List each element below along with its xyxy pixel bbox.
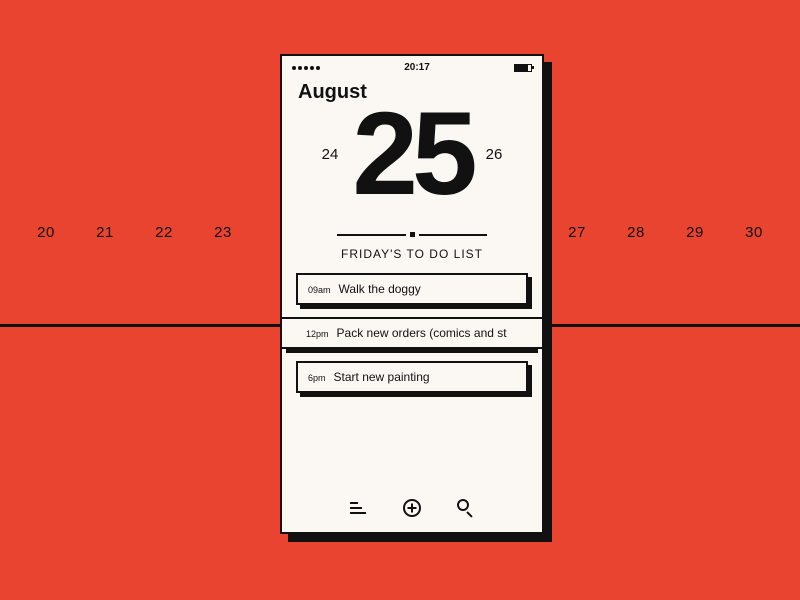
add-icon[interactable]	[402, 498, 422, 518]
bg-date[interactable]: 30	[742, 224, 766, 241]
todo-time: 12pm	[306, 329, 329, 339]
current-day: 25	[352, 98, 471, 210]
battery-icon	[514, 64, 532, 72]
prev-day[interactable]: 24	[322, 146, 339, 163]
todo-text: Pack new orders (comics and st	[337, 326, 507, 340]
status-time: 20:17	[404, 62, 430, 73]
todo-item[interactable]: 12pm Pack new orders (comics and st	[296, 317, 528, 349]
signal-dots-icon	[292, 66, 320, 70]
bg-date[interactable]: 29	[683, 224, 707, 241]
bg-date[interactable]: 20	[34, 224, 58, 241]
bg-date[interactable]: 27	[565, 224, 589, 241]
bg-date[interactable]: 23	[211, 224, 235, 241]
date-selector: 24 25 26	[282, 98, 542, 210]
todo-time: 6pm	[308, 373, 326, 383]
bg-date[interactable]: 21	[93, 224, 117, 241]
todo-text: Start new painting	[334, 370, 430, 384]
todo-list: 09am Walk the doggy 12pm Pack new orders…	[282, 273, 542, 393]
todo-item[interactable]: 09am Walk the doggy	[296, 273, 528, 305]
section-divider	[337, 232, 487, 237]
todo-text: Walk the doggy	[339, 282, 421, 296]
todo-time: 09am	[308, 285, 331, 295]
next-day[interactable]: 26	[486, 146, 503, 163]
bottom-tab-bar	[282, 486, 542, 532]
todo-list-title: FRIDAY'S TO DO LIST	[282, 247, 542, 261]
menu-icon[interactable]	[348, 498, 368, 518]
status-bar: 20:17	[282, 56, 542, 73]
phone-screen: 20:17 August 24 25 26 FRIDAY'S TO DO LIS…	[280, 54, 544, 534]
bg-date[interactable]: 22	[152, 224, 176, 241]
bg-date[interactable]: 28	[624, 224, 648, 241]
search-icon[interactable]	[456, 498, 476, 518]
todo-item[interactable]: 6pm Start new painting	[296, 361, 528, 393]
